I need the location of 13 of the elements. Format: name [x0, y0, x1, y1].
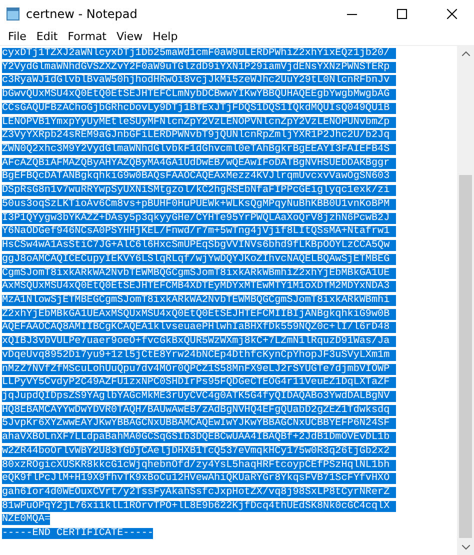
close-icon	[447, 9, 457, 19]
menu-item[interactable]: Help	[148, 30, 183, 43]
scroll-up-icon[interactable]	[462, 51, 470, 56]
menu-item[interactable]: Format	[62, 30, 112, 43]
menu-item[interactable]: View	[112, 30, 148, 43]
scroll-thumb[interactable]	[459, 175, 472, 538]
window-title: certnew - Notepad	[26, 7, 138, 21]
menu-item[interactable]: File	[3, 30, 32, 43]
scrollbar[interactable]	[457, 46, 474, 555]
scroll-down-icon[interactable]	[462, 545, 470, 550]
maximize-icon	[397, 9, 407, 19]
menu-item[interactable]: Edit	[31, 30, 63, 43]
notepad-icon	[6, 7, 20, 21]
